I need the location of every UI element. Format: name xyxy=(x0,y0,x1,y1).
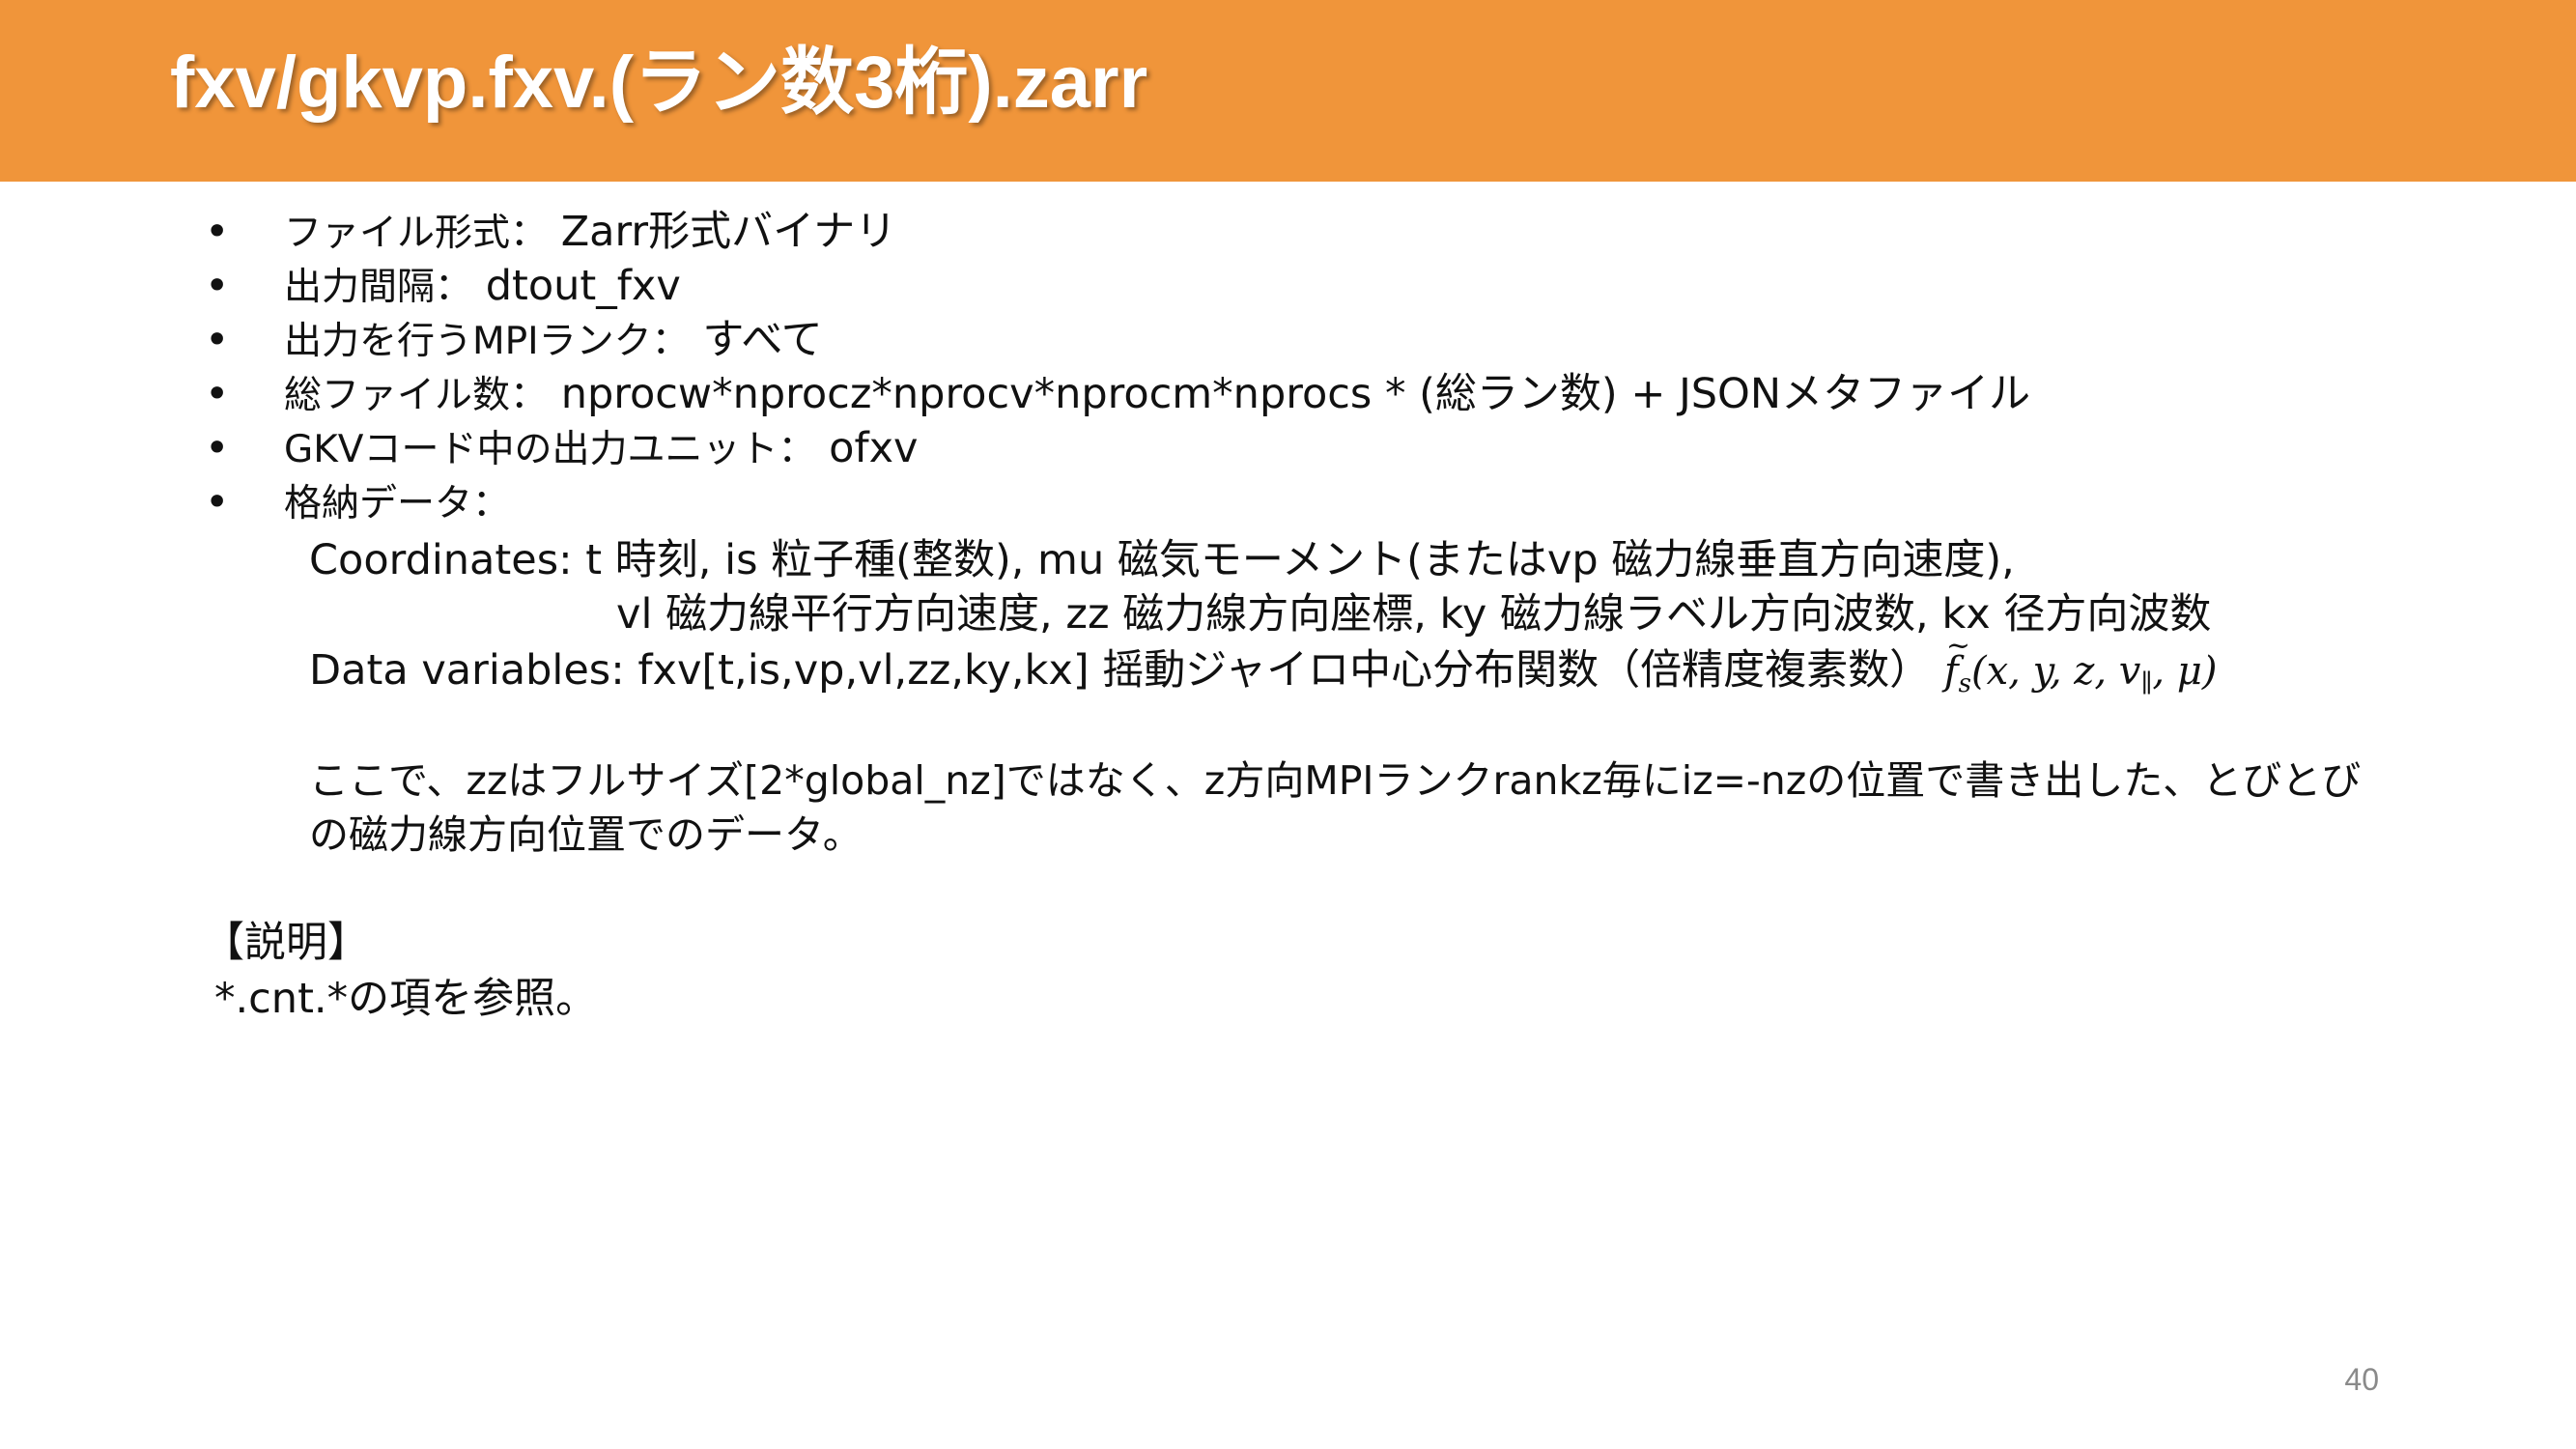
data-variables-text: Data variables: fxv[t,is,vp,vl,zz,ky,kx]… xyxy=(309,646,1932,695)
coordinates-line-2: vl 磁力線平行方向速度, zz 磁力線方向座標, ky 磁力線ラベル方向波数,… xyxy=(616,590,2212,639)
bullet-file-format: • ファイル形式： Zarr形式バイナリ xyxy=(205,205,896,261)
slide-content: • ファイル形式： Zarr形式バイナリ • 出力間隔： dtout_fxv • 出力… xyxy=(0,0,2576,1449)
bullet-marker: • xyxy=(205,424,230,472)
page-number: 40 xyxy=(2344,1362,2379,1397)
bullet-marker: • xyxy=(205,262,230,310)
note-line-1: ここで、zzはフルサイズ[2*global_nz]ではなく、z方向MPIランクr… xyxy=(309,757,2362,804)
bullet-label: 出力を行うMPIランク： xyxy=(284,320,690,363)
bullet-output-unit: • GKVコード中の出力ユニット： ofxv xyxy=(205,421,919,477)
explanation-heading: 【説明】 xyxy=(203,919,369,967)
formula-f: f xyxy=(1944,619,1970,698)
bullet-marker: • xyxy=(205,370,230,418)
note-line-2: の磁力線方向位置でのデータ。 xyxy=(309,811,863,858)
bullet-label: 格納データ： xyxy=(284,482,511,526)
formula-args-close: , μ) xyxy=(2152,649,2218,694)
bullet-marker: • xyxy=(205,208,230,256)
bullet-value: ofxv xyxy=(829,424,919,472)
explanation-text: *.cnt.*の項を参照。 xyxy=(214,975,598,1023)
bullet-label: GKVコード中の出力ユニット： xyxy=(284,428,816,471)
formula-parallel: ∥ xyxy=(2140,669,2153,698)
bullet-value: nprocw*nprocz*nprocv*nprocm*nprocs * (総ラ… xyxy=(560,370,2031,418)
bullet-value: すべて xyxy=(702,316,823,364)
bullet-stored-data: • 格納データ： xyxy=(205,475,510,531)
bullet-output-interval: • 出力間隔： dtout_fxv xyxy=(205,259,681,315)
formula-subscript: s xyxy=(1958,669,1971,698)
formula-args-open: (x, y, z, v xyxy=(1970,649,2141,694)
bullet-marker: • xyxy=(205,316,230,364)
bullet-value: dtout_fxv xyxy=(485,262,681,310)
distribution-formula: fs(x, y, z, v∥, μ) xyxy=(1944,619,2218,698)
bullet-mpi-rank: • 出力を行うMPIランク： すべて xyxy=(205,313,823,369)
coordinates-line-1: Coordinates: t 時刻, is 粒子種(整数), mu 磁気モーメン… xyxy=(309,536,2015,584)
bullet-label: 総ファイル数： xyxy=(284,374,549,417)
data-variables-line: Data variables: fxv[t,is,vp,vl,zz,ky,kx]… xyxy=(309,619,2218,711)
bullet-value: Zarr形式バイナリ xyxy=(560,208,897,256)
bullet-marker: • xyxy=(205,478,230,526)
bullet-total-files: • 総ファイル数： nprocw*nprocz*nprocv*nprocm*npr… xyxy=(205,367,2030,423)
bullet-label: ファイル形式： xyxy=(284,212,549,255)
bullet-label: 出力間隔： xyxy=(284,266,473,309)
